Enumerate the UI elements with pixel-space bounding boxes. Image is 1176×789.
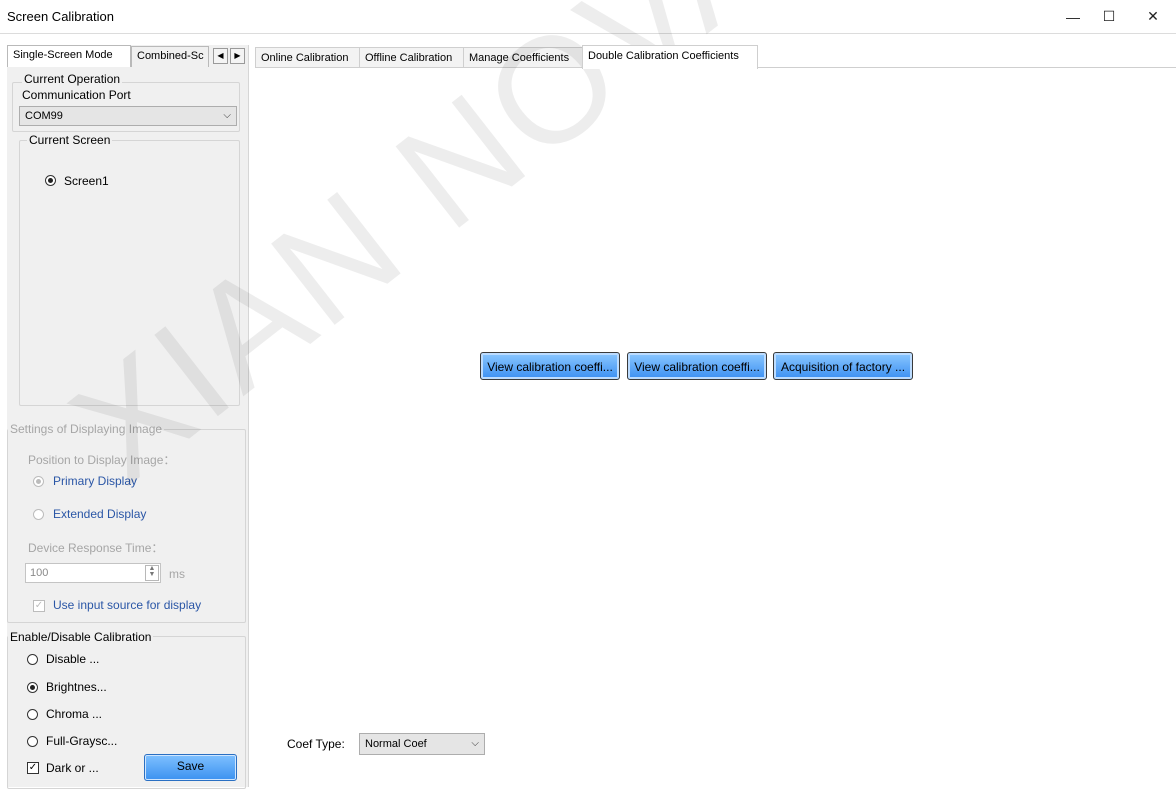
full-grayscale-label: Full-Graysc... (46, 734, 118, 748)
current-screen-legend: Current Screen (27, 133, 113, 147)
communication-port-label: Communication Port (22, 88, 131, 102)
title-bar: Screen Calibration — ☐ ✕ (0, 0, 1176, 34)
use-input-source-label: Use input source for display (53, 598, 202, 612)
brightness-label: Brightnes... (46, 680, 107, 694)
full-grayscale-radio[interactable] (27, 736, 38, 747)
extended-display-radio[interactable] (33, 509, 44, 520)
position-to-display-label: Position to Display Image： (28, 453, 176, 467)
left-panel: Single-Screen Mode Combined-Sc ◀ ▶ Curre… (7, 45, 249, 789)
dark-checkbox[interactable]: ✓ (27, 762, 39, 774)
chevron-down-icon: ⌵ (471, 738, 479, 749)
spin-arrows-icon[interactable]: ▲ ▼ (145, 565, 159, 581)
primary-display-label: Primary Display (53, 474, 138, 488)
current-operation-legend: Current Operation (22, 72, 123, 86)
view-calibration-coefficients-button-1[interactable]: View calibration coeffi... (480, 352, 620, 380)
close-icon[interactable]: ✕ (1130, 0, 1176, 33)
communication-port-value: COM99 (25, 110, 63, 122)
screen1-label: Screen1 (64, 174, 109, 188)
response-time-value: 100 (30, 567, 49, 579)
tab-double-calibration-coefficients[interactable]: Double Calibration Coefficients (582, 45, 758, 69)
calibration-legend: Enable/Disable Calibration (8, 630, 154, 644)
coef-type-value: Normal Coef (365, 738, 427, 750)
brightness-radio[interactable] (27, 682, 38, 693)
response-time-input[interactable]: 100 ▲ ▼ (25, 563, 161, 583)
acquisition-of-factory-button[interactable]: Acquisition of factory ... (773, 352, 913, 380)
tab-offline-calibration[interactable]: Offline Calibration (359, 47, 469, 68)
disable-label: Disable ... (46, 652, 100, 666)
tab-single-screen-mode[interactable]: Single-Screen Mode (7, 45, 131, 67)
extended-display-label: Extended Display (53, 507, 147, 521)
coef-type-select[interactable]: Normal Coef ⌵ (359, 733, 485, 755)
tab-scroll-right-icon[interactable]: ▶ (230, 48, 245, 64)
chroma-radio[interactable] (27, 709, 38, 720)
chroma-label: Chroma ... (46, 707, 103, 721)
disable-radio[interactable] (27, 654, 38, 665)
tab-manage-coefficients[interactable]: Manage Coefficients (463, 47, 585, 68)
ms-unit-label: ms (169, 567, 185, 581)
window-title: Screen Calibration (7, 9, 114, 24)
tab-scroll-left-icon[interactable]: ◀ (213, 48, 228, 64)
screen1-radio[interactable] (45, 175, 56, 186)
view-calibration-coefficients-button-2[interactable]: View calibration coeffi... (627, 352, 767, 380)
save-button[interactable]: Save (144, 754, 237, 781)
use-input-source-checkbox[interactable]: ✓ (33, 600, 45, 612)
maximize-icon[interactable]: ☐ (1086, 0, 1132, 33)
tab-online-calibration[interactable]: Online Calibration (255, 47, 365, 68)
communication-port-select[interactable]: COM99 ⌵ (19, 106, 237, 126)
chevron-down-icon: ⌵ (223, 110, 231, 121)
tab-combined-screen[interactable]: Combined-Sc (131, 46, 209, 67)
coef-type-label: Coef Type: (287, 737, 345, 751)
display-settings-legend: Settings of Displaying Image (8, 422, 165, 436)
dark-label: Dark or ... (46, 761, 99, 775)
device-response-time-label: Device Response Time： (28, 541, 164, 555)
primary-display-radio[interactable] (33, 476, 44, 487)
